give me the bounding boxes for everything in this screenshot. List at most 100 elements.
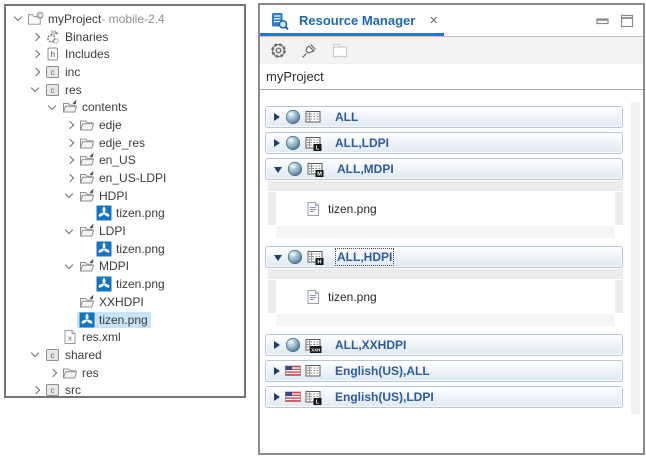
tree-item-hdpi[interactable]: HDPI [6,187,244,205]
tree-item-binaries[interactable]: 10▸ Binaries [6,28,244,46]
triangle-right-icon[interactable] [274,367,280,375]
maximize-icon[interactable] [620,14,634,28]
content-footer-strip [276,314,615,326]
svg-text:h: h [50,49,55,59]
tree-item-label: Binaries [65,30,108,44]
resource-group-header[interactable]: XXHALL,XXHDPI [265,334,623,356]
content-scroll-strip[interactable] [615,280,623,313]
resource-group-header[interactable]: LEnglish(US),LDPI [265,386,623,408]
tree-item-label: myProject [48,12,101,26]
pin-icon[interactable] [298,40,320,62]
tree-item-includes[interactable]: h Includes [6,45,244,63]
tree-item-inc[interactable]: cinc [6,63,244,81]
content-scroll-strip[interactable] [615,192,623,225]
tree-item-label: res.xml [82,330,121,344]
chevron-down-icon[interactable] [63,224,77,238]
tree-item-label: LDPI [99,224,126,238]
tree-item-ldpi[interactable]: LDPI [6,222,244,240]
chevron-down-icon[interactable] [63,259,77,273]
tree-item-tizen-png[interactable]: tizen.png [6,205,244,223]
tree-item-label: contents [82,100,127,114]
chevron-down-icon[interactable] [12,12,26,26]
project-explorer-panel: CmyProject - mobile-2.410▸ Binaries h Inclu… [4,4,246,398]
svg-text:H: H [317,260,321,265]
triangle-right-icon[interactable] [274,113,280,121]
triangle-right-icon[interactable] [274,341,280,349]
chevron-right-icon[interactable] [29,65,43,79]
triangle-right-icon[interactable] [274,139,280,147]
resource-group-all-hdpi: HALL,HDPI tizen.png [265,246,623,326]
resource-group-header[interactable]: English(US),ALL [265,360,623,382]
svg-text:C: C [38,13,42,19]
triangle-down-icon[interactable] [274,255,282,261]
tree-item-contents[interactable]: contents [6,98,244,116]
chevron-down-icon[interactable] [29,83,43,97]
chevron-down-icon[interactable] [46,100,60,114]
tree-item-content: res [60,365,102,381]
resource-group-header[interactable]: MALL,MDPI [265,158,623,180]
resource-group-label: ALL [335,110,358,124]
chevron-right-icon[interactable] [29,47,43,61]
tab-resource-manager[interactable]: Resource Manager × [260,5,444,36]
tree-item-tizen-png[interactable]: tizen.png [6,240,244,258]
tree-item-tizen-png[interactable]: tizen.png [6,275,244,293]
tree-item-content: MDPI [77,258,132,274]
chevron-right-icon[interactable] [29,383,43,397]
vertical-scrollbar[interactable] [631,102,640,414]
linked-folder-icon [78,152,95,168]
chevron-right-icon[interactable] [63,136,77,150]
tree-item-content: tizen.png [94,276,168,292]
chevron-down-icon[interactable] [63,189,77,203]
chevron-down-icon[interactable] [29,348,43,362]
c-folder-icon: c [44,64,61,80]
gear-icon[interactable] [267,40,289,62]
chevron-right-icon[interactable] [63,171,77,185]
tree-item-edje-res[interactable]: edje_res [6,134,244,152]
tree-item-en-us[interactable]: en_US [6,152,244,170]
resource-item-tizen-png[interactable]: tizen.png [306,201,377,217]
us-flag-icon [285,390,301,404]
chevron-right-icon[interactable] [46,366,60,380]
tree-item-label: Includes [65,47,110,61]
minimize-icon[interactable] [596,15,610,27]
resource-group-label: ALL,MDPI [337,162,394,176]
tree-item-en-us-ldpi[interactable]: en_US-LDPI [6,169,244,187]
globe-icon [285,337,301,353]
tree-item-label: HDPI [99,189,128,203]
tree-item-content: contents [60,99,130,115]
triangle-down-icon[interactable] [274,167,282,173]
chevron-right-icon[interactable] [29,30,43,44]
tree-item-res[interactable]: cres [6,81,244,99]
chevron-right-icon[interactable] [63,118,77,132]
tree-item-edje[interactable]: edje [6,116,244,134]
tree-item-content: cres [43,82,85,98]
tree-item-mdpi[interactable]: MDPI [6,258,244,276]
resource-group-label: ALL,LDPI [335,136,389,150]
tree-item-res[interactable]: res [6,364,244,382]
resource-group-header[interactable]: HALL,HDPI [265,246,623,268]
tree-item-tizen-png[interactable]: tizen.png [6,311,244,329]
chevron-spacer [80,277,94,291]
tree-item-xxhdpi[interactable]: XXHDPI [6,293,244,311]
resource-group-label: English(US),LDPI [335,390,434,404]
tree-item-content: csrc [43,382,84,398]
tree-item-myproject[interactable]: CmyProject - mobile-2.4 [6,10,244,28]
tree-item-label: MDPI [99,259,129,273]
svg-text:c: c [50,386,54,395]
tree-item-shared[interactable]: cshared [6,346,244,364]
project-scope-label: myProject [266,69,324,84]
chevron-right-icon[interactable] [63,153,77,167]
resource-group-label: ALL,XXHDPI [335,338,406,352]
close-icon[interactable]: × [429,13,438,28]
svg-text:x: x [68,336,72,343]
c-folder-icon: c [44,82,61,98]
resource-item-tizen-png[interactable]: tizen.png [306,289,377,305]
chevron-spacer [80,242,94,256]
binaries-icon: 10▸ [44,29,61,45]
resource-group-header[interactable]: ALL [265,106,623,128]
triangle-right-icon[interactable] [274,393,280,401]
tree-item-src[interactable]: csrc [6,381,244,398]
tizen-image-icon [78,312,95,328]
tree-item-res-xml[interactable]: x res.xml [6,328,244,346]
resource-group-header[interactable]: LALL,LDPI [265,132,623,154]
